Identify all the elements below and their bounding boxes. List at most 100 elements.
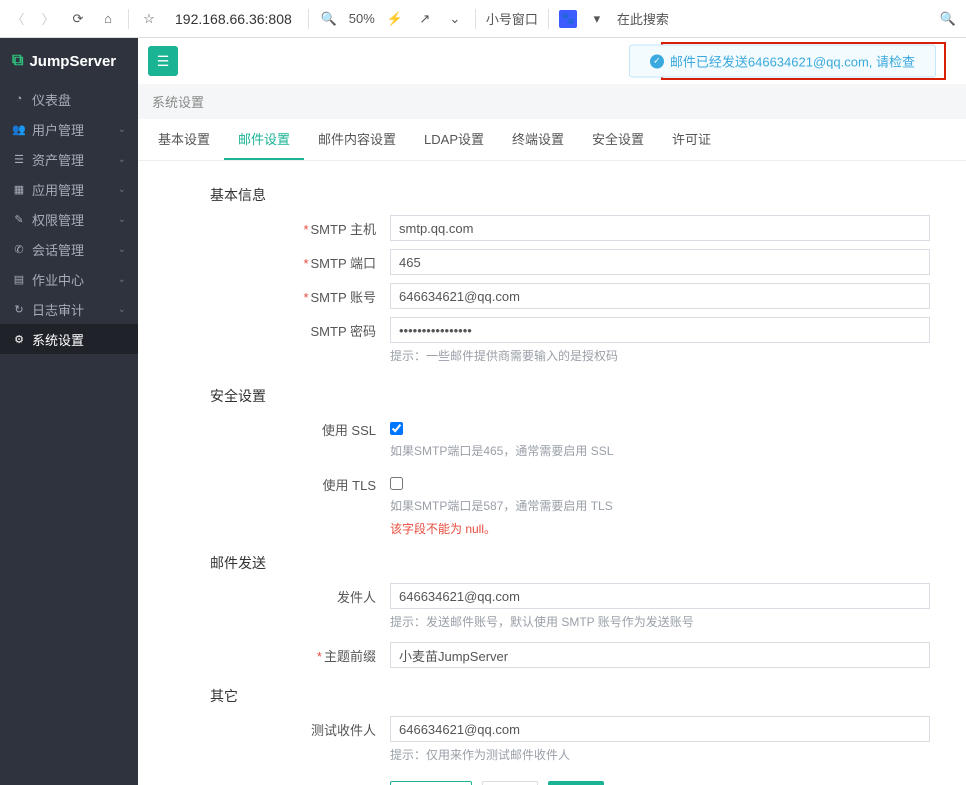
share-icon[interactable]: ↗: [415, 9, 435, 29]
logo-icon: ⧉: [12, 52, 23, 70]
form-buttons: 测试连接 重置 提交: [158, 781, 946, 785]
use-tls-error: 该字段不能为 null。: [390, 520, 946, 537]
address-bar[interactable]: 192.168.66.36:808: [169, 11, 298, 27]
row-test-recipient: 测试收件人 提示：仅用来作为测试邮件收件人: [158, 716, 946, 769]
label-smtp-password: SMTP 密码: [311, 324, 377, 339]
label-smtp-host: SMTP 主机: [311, 222, 377, 237]
smtp-port-input[interactable]: [390, 249, 930, 275]
subject-prefix-input[interactable]: [390, 642, 930, 668]
search-placeholder[interactable]: 在此搜索: [617, 9, 669, 28]
section-security-title: 安全设置: [158, 376, 946, 416]
sidebar-item-sessions[interactable]: ✆会话管理⌄: [0, 234, 138, 264]
chevron-down-icon: ⌄: [118, 244, 126, 255]
window-label[interactable]: 小号窗口: [486, 9, 538, 28]
jobs-icon: ▤: [12, 273, 26, 286]
sender-hint: 提示：发送邮件账号，默认使用 SMTP 账号作为发送账号: [390, 613, 946, 630]
logo[interactable]: ⧉ JumpServer: [0, 38, 138, 84]
use-ssl-hint: 如果SMTP端口是465，通常需要启用 SSL: [390, 442, 946, 459]
perms-icon: ✎: [12, 213, 26, 226]
dashboard-icon: ◔: [12, 93, 26, 105]
logo-text: JumpServer: [29, 53, 116, 70]
success-notification: ✓ 邮件已经发送646634621@qq.com, 请检查: [629, 45, 936, 78]
row-subject-prefix: *主题前缀: [158, 642, 946, 670]
tab-mail[interactable]: 邮件设置: [224, 119, 304, 160]
tab-license[interactable]: 许可证: [658, 119, 725, 160]
test-recipient-hint: 提示：仅用来作为测试邮件收件人: [390, 746, 946, 763]
paw-icon[interactable]: 🐾: [559, 10, 577, 28]
chevron-down-icon: ⌄: [118, 214, 126, 225]
row-smtp-port: *SMTP 端口: [158, 249, 946, 277]
search-dropdown-icon[interactable]: ▾: [587, 9, 607, 29]
use-tls-checkbox[interactable]: [390, 477, 403, 490]
sidebar-item-perms[interactable]: ✎权限管理⌄: [0, 204, 138, 234]
row-smtp-host: *SMTP 主机: [158, 215, 946, 243]
test-connection-button[interactable]: 测试连接: [390, 781, 472, 785]
dropdown-icon[interactable]: ⌄: [445, 9, 465, 29]
row-smtp-account: *SMTP 账号: [158, 283, 946, 311]
breadcrumb: 系统设置: [138, 84, 966, 119]
section-send-title: 邮件发送: [158, 543, 946, 583]
sidebar-item-assets[interactable]: ☰资产管理⌄: [0, 144, 138, 174]
row-sender: 发件人 提示：发送邮件账号，默认使用 SMTP 账号作为发送账号: [158, 583, 946, 636]
chevron-down-icon: ⌄: [118, 154, 126, 165]
row-use-tls: 使用 TLS 如果SMTP端口是587，通常需要启用 TLS 该字段不能为 nu…: [158, 471, 946, 537]
zoom-level: 50%: [349, 11, 375, 26]
sidebar-item-settings[interactable]: ⚙系统设置: [0, 324, 138, 354]
main-content: ☰ ✓ 邮件已经发送646634621@qq.com, 请检查 系统设置 基本设…: [138, 38, 966, 785]
sidebar-item-dashboard[interactable]: ◔仪表盘: [0, 84, 138, 114]
chevron-down-icon: ⌄: [118, 304, 126, 315]
mail-settings-form: 基本信息 *SMTP 主机 *SMTP 端口 *SMTP 账号 SMTP 密码 …: [138, 161, 966, 785]
check-icon: ✓: [650, 54, 664, 68]
content-topbar: ☰ ✓ 邮件已经发送646634621@qq.com, 请检查: [138, 38, 966, 84]
settings-icon: ⚙: [12, 333, 26, 346]
bolt-icon[interactable]: ⚡: [385, 9, 405, 29]
collapse-sidebar-button[interactable]: ☰: [148, 46, 178, 76]
chevron-down-icon: ⌄: [118, 124, 126, 135]
section-basic-title: 基本信息: [158, 175, 946, 215]
zoom-icon[interactable]: 🔍: [319, 9, 339, 29]
tab-basic[interactable]: 基本设置: [144, 119, 224, 160]
smtp-password-hint: 提示：一些邮件提供商需要输入的是授权码: [390, 347, 946, 364]
sidebar-item-apps[interactable]: ▦应用管理⌄: [0, 174, 138, 204]
row-use-ssl: 使用 SSL 如果SMTP端口是465，通常需要启用 SSL: [158, 416, 946, 465]
sidebar-item-users[interactable]: 👥用户管理⌄: [0, 114, 138, 144]
sessions-icon: ✆: [12, 243, 26, 256]
sidebar-item-jobs[interactable]: ▤作业中心⌄: [0, 264, 138, 294]
smtp-host-input[interactable]: [390, 215, 930, 241]
apps-icon: ▦: [12, 183, 26, 196]
sidebar: ⧉ JumpServer ◔仪表盘 👥用户管理⌄ ☰资产管理⌄ ▦应用管理⌄ ✎…: [0, 38, 138, 785]
label-sender: 发件人: [337, 590, 376, 605]
forward-button[interactable]: 〉: [38, 9, 58, 29]
label-use-ssl: 使用 SSL: [322, 423, 376, 438]
reload-button[interactable]: ⟳: [68, 9, 88, 29]
use-ssl-checkbox[interactable]: [390, 422, 403, 435]
tab-ldap[interactable]: LDAP设置: [410, 119, 498, 160]
search-icon[interactable]: 🔍: [938, 9, 958, 29]
smtp-account-input[interactable]: [390, 283, 930, 309]
label-smtp-port: SMTP 端口: [311, 256, 377, 271]
tab-mail-content[interactable]: 邮件内容设置: [304, 119, 410, 160]
notification-text: 邮件已经发送646634621@qq.com, 请检查: [670, 52, 915, 71]
submit-button[interactable]: 提交: [548, 781, 604, 785]
row-smtp-password: SMTP 密码 提示：一些邮件提供商需要输入的是授权码: [158, 317, 946, 370]
favorite-button[interactable]: ☆: [139, 9, 159, 29]
home-button[interactable]: ⌂: [98, 9, 118, 29]
section-other-title: 其它: [158, 676, 946, 716]
smtp-password-input[interactable]: [390, 317, 930, 343]
label-smtp-account: SMTP 账号: [311, 290, 377, 305]
label-subject-prefix: 主题前缀: [324, 649, 376, 664]
sidebar-item-audit[interactable]: ↻日志审计⌄: [0, 294, 138, 324]
users-icon: 👥: [12, 123, 26, 136]
label-test-recipient: 测试收件人: [311, 723, 376, 738]
tab-security[interactable]: 安全设置: [578, 119, 658, 160]
reset-button[interactable]: 重置: [482, 781, 538, 785]
label-use-tls: 使用 TLS: [323, 478, 376, 493]
chevron-down-icon: ⌄: [118, 184, 126, 195]
chevron-down-icon: ⌄: [118, 274, 126, 285]
test-recipient-input[interactable]: [390, 716, 930, 742]
audit-icon: ↻: [12, 303, 26, 316]
settings-tabs: 基本设置 邮件设置 邮件内容设置 LDAP设置 终端设置 安全设置 许可证: [138, 119, 966, 161]
back-button[interactable]: 〈: [8, 9, 28, 29]
tab-terminal[interactable]: 终端设置: [498, 119, 578, 160]
sender-input[interactable]: [390, 583, 930, 609]
